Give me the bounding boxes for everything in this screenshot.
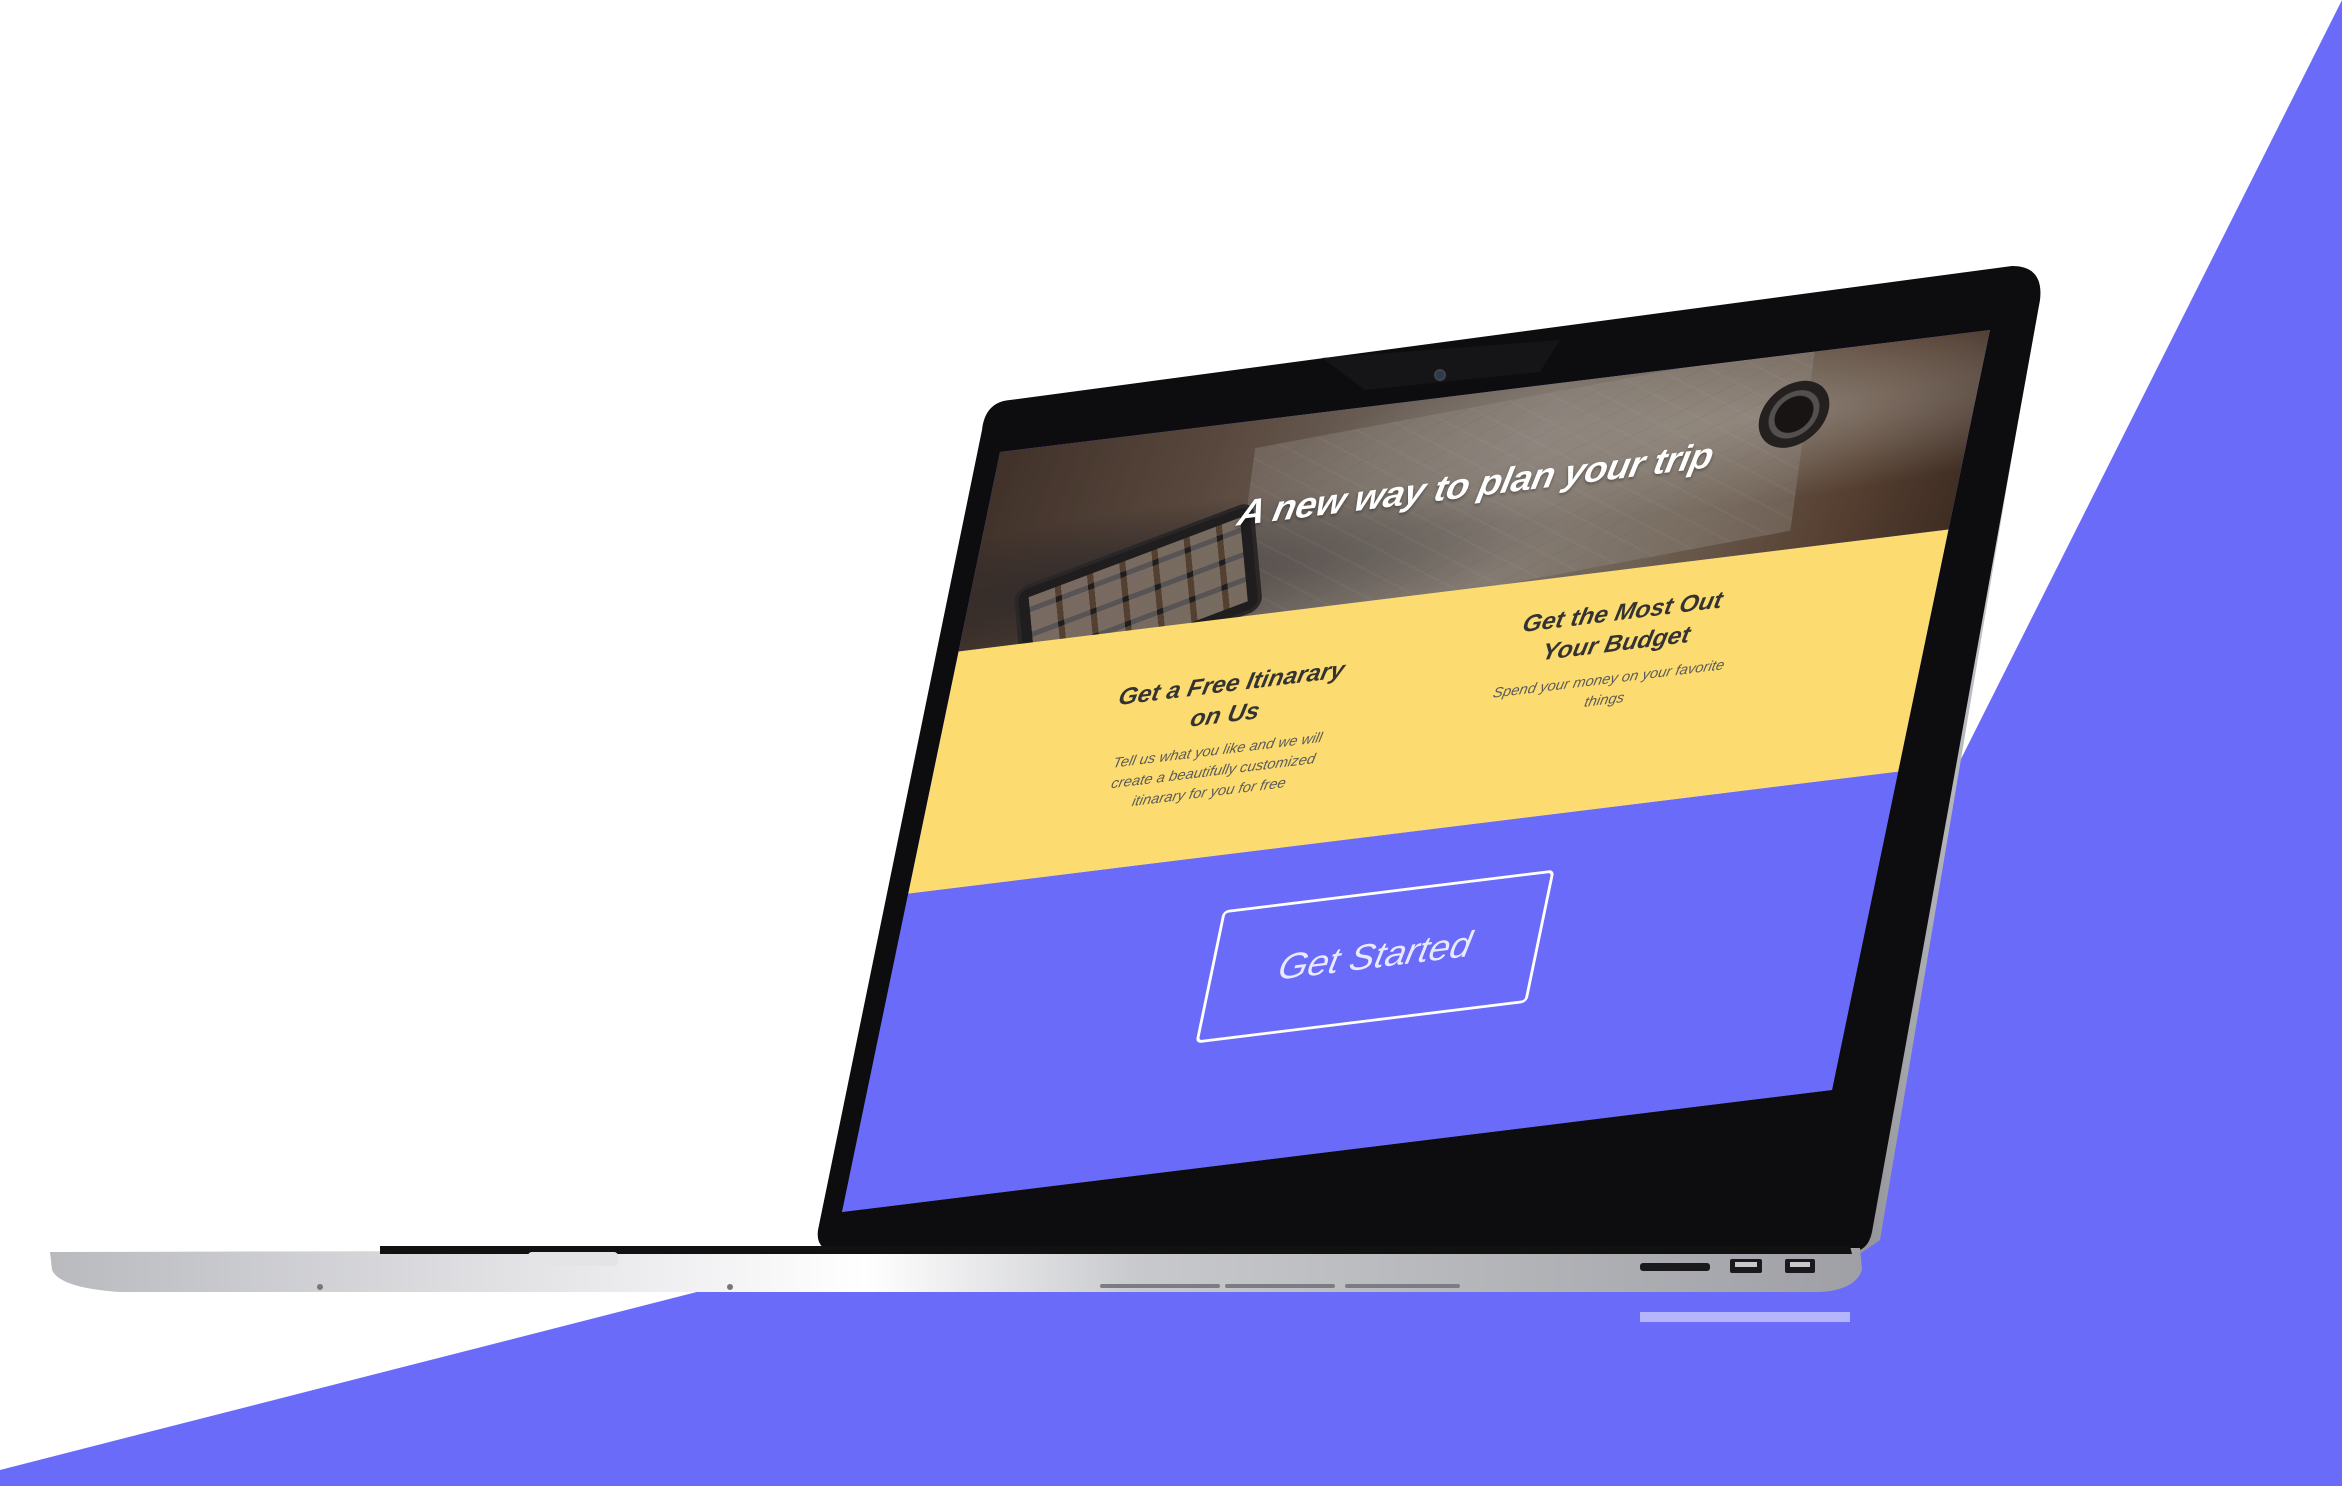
base-foot xyxy=(727,1284,733,1290)
feature-budget: Get the Most Out Your Budget Spend your … xyxy=(1454,579,1775,730)
website-screen: A new way to plan your trip Get a Free I… xyxy=(842,330,1990,1212)
feature-itinerary: Get a Free Itinarary on Us Tell us what … xyxy=(1058,650,1383,822)
usb-port-inner xyxy=(1735,1262,1757,1267)
webcam-icon xyxy=(1434,369,1446,381)
sd-card-slot xyxy=(1640,1263,1710,1271)
base-foot xyxy=(317,1284,323,1290)
laptop-mockup-scene: A new way to plan your trip Get a Free I… xyxy=(0,0,2342,1486)
trackpad-notch xyxy=(528,1252,618,1266)
get-started-button[interactable]: Get Started xyxy=(1195,869,1555,1044)
port-reflection xyxy=(1640,1312,1850,1322)
base-vent xyxy=(1225,1284,1335,1288)
base-vent xyxy=(1100,1284,1220,1288)
thunderbolt-port-inner xyxy=(1790,1262,1810,1267)
base-vent xyxy=(1345,1284,1460,1288)
